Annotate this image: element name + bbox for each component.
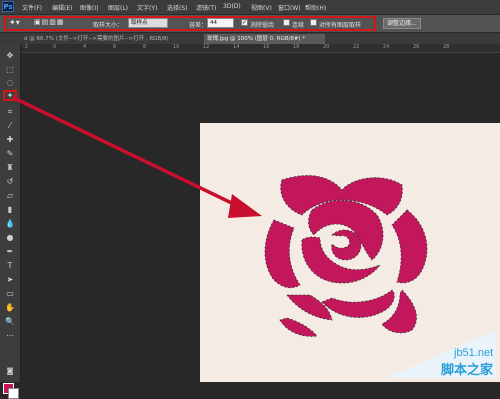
watermark-site: jb51.net — [453, 347, 493, 359]
background-color-swatch[interactable] — [8, 388, 19, 399]
watermark: jb51.net 脚本之家 — [386, 330, 496, 380]
watermark-name: 脚本之家 — [441, 362, 494, 378]
annotation-arrow — [12, 96, 262, 218]
watermark-badge: jb51.net 脚本之家 — [386, 330, 496, 378]
